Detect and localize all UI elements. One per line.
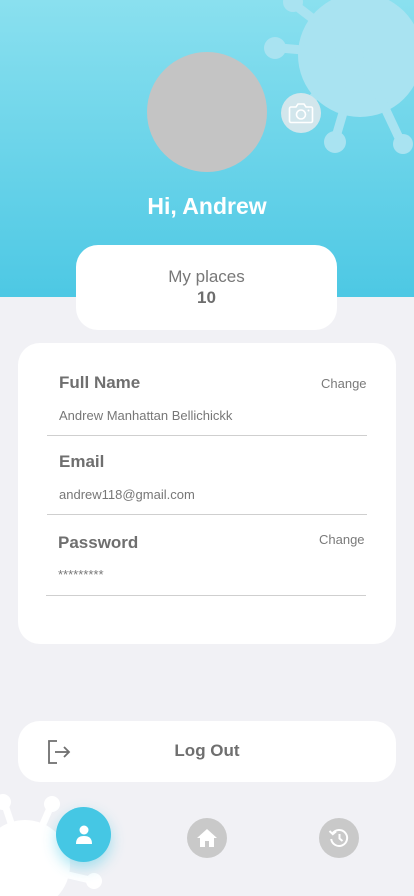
my-places-card[interactable]: My places 10: [76, 245, 337, 330]
virus-decoration-icon: [264, 0, 414, 154]
user-icon: [75, 825, 92, 844]
nav-history-button[interactable]: [319, 818, 359, 858]
full-name-value: Andrew Manhattan Bellichickk: [59, 408, 233, 423]
my-places-count: 10: [197, 288, 216, 307]
history-icon: [328, 829, 349, 847]
change-password-button[interactable]: Change: [319, 532, 365, 547]
my-places-label: My places: [168, 267, 245, 286]
home-icon: [197, 829, 217, 847]
logout-button[interactable]: Log Out: [18, 721, 396, 782]
profile-info-card: Full Name Change Andrew Manhattan Bellic…: [18, 343, 396, 644]
full-name-title: Full Name: [59, 373, 141, 392]
nav-profile-button[interactable]: [56, 807, 111, 862]
password-title: Password: [58, 533, 139, 552]
change-photo-button[interactable]: [281, 93, 321, 133]
password-value: *********: [58, 567, 104, 582]
email-value: andrew118@gmail.com: [59, 487, 195, 502]
divider: [47, 514, 367, 515]
logout-label: Log Out: [174, 741, 240, 760]
avatar[interactable]: [147, 52, 267, 172]
email-title: Email: [59, 452, 105, 471]
change-name-button[interactable]: Change: [321, 376, 367, 391]
greeting-title: Hi, Andrew: [147, 193, 267, 219]
nav-home-button[interactable]: [187, 818, 227, 858]
divider: [47, 435, 367, 436]
camera-icon: [288, 103, 314, 124]
divider: [46, 595, 366, 596]
